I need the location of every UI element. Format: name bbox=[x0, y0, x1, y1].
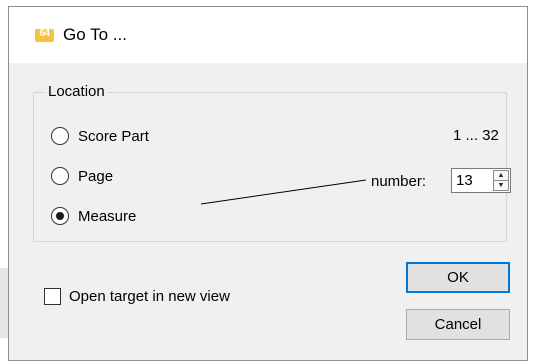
background-panel bbox=[0, 268, 8, 338]
title-bar: 64 Go To ... bbox=[9, 7, 527, 63]
radio-label-measure: Measure bbox=[78, 207, 137, 225]
open-new-view-checkbox[interactable] bbox=[44, 288, 61, 305]
dialog-title: Go To ... bbox=[63, 25, 127, 44]
location-group-label: Location bbox=[45, 83, 108, 100]
radio-label-score-part: Score Part bbox=[78, 127, 149, 145]
number-label: number: bbox=[371, 173, 427, 190]
ok-button[interactable]: OK bbox=[406, 262, 510, 293]
cancel-button[interactable]: Cancel bbox=[406, 309, 510, 340]
range-text: 1 ... 32 bbox=[453, 127, 499, 144]
radio-button-score-part[interactable] bbox=[51, 127, 69, 145]
radio-button-measure[interactable] bbox=[51, 207, 69, 225]
radio-measure[interactable]: Measure bbox=[51, 205, 136, 227]
open-new-view-label: Open target in new view bbox=[69, 288, 230, 305]
radio-button-page[interactable] bbox=[51, 167, 69, 185]
number-value[interactable]: 13 bbox=[456, 172, 473, 189]
open-new-view-option[interactable]: Open target in new view bbox=[44, 288, 230, 305]
number-spinbox[interactable]: 13 ▲ ▼ bbox=[451, 168, 511, 193]
radio-label-page: Page bbox=[78, 167, 114, 185]
app-icon: 64 bbox=[35, 28, 54, 42]
spin-up-icon[interactable]: ▲ bbox=[494, 171, 508, 181]
spin-down-icon[interactable]: ▼ bbox=[494, 181, 508, 190]
radio-score-part[interactable]: Score Part bbox=[51, 125, 149, 147]
app-icon-label: 64 bbox=[39, 28, 50, 39]
radio-page[interactable]: Page bbox=[51, 165, 113, 187]
spin-buttons: ▲ ▼ bbox=[493, 170, 509, 191]
